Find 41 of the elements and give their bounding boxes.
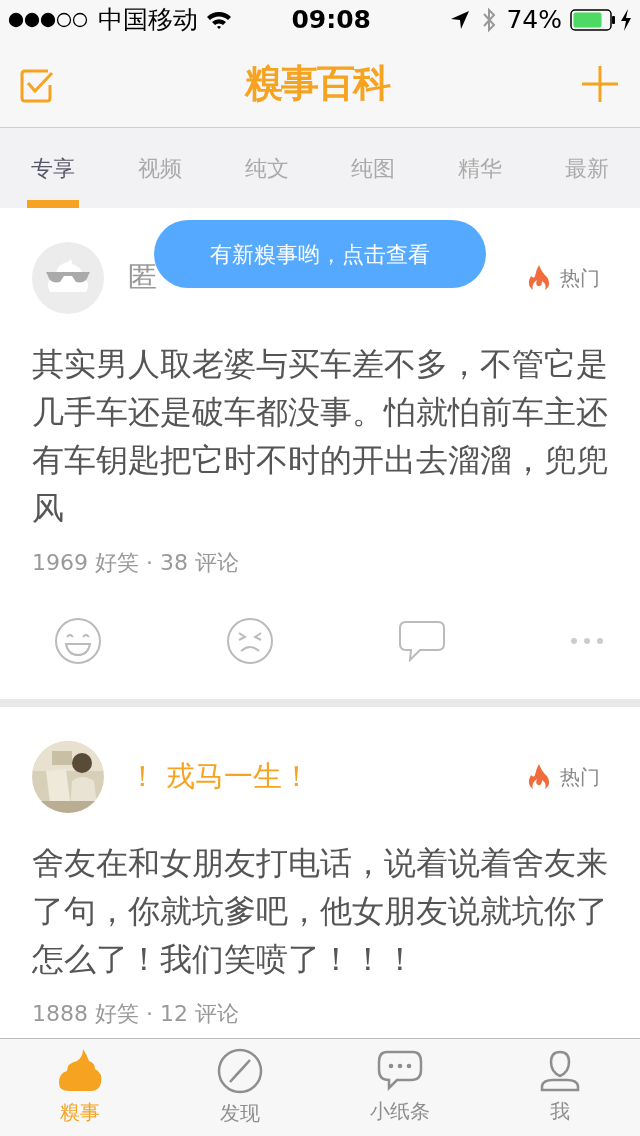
avatar-icon [32, 242, 104, 314]
bottom-tab[interactable]: 小纸条 [320, 1039, 480, 1136]
hot-label: 热门 [560, 265, 600, 292]
category-tab[interactable]: 最新 [533, 128, 640, 208]
compass-icon [217, 1047, 263, 1094]
bottom-tab[interactable]: 发现 [160, 1039, 320, 1136]
tab-indicator [27, 200, 80, 208]
author-name[interactable]: 匿 [128, 256, 157, 300]
carrier-name: 中国移动 [98, 4, 198, 37]
post-stats: 1888 好笑 · 12 评论 [32, 1001, 239, 1026]
add-icon[interactable] [580, 63, 620, 104]
hot-label: 热门 [560, 764, 600, 791]
battery-percent: 74% [506, 4, 562, 37]
bottom-tab[interactable]: 糗事 [0, 1039, 160, 1136]
author-name[interactable]: ！ 戎马一生！ [128, 755, 312, 799]
post-text: 舍友在和女朋友打电话，说着说着舍友来了句，你就坑爹吧，他女朋友说就坑你了怎么了！我们笑喷了！！！ [32, 843, 608, 980]
wifi-icon [206, 10, 232, 30]
app-logo: 糗事百科 [245, 60, 389, 107]
bottom-tab[interactable]: 我 [480, 1039, 640, 1136]
charging-icon [620, 9, 632, 31]
post-text: 其实男人取老婆与买车差不多，不管它是几手车还是破车都没事。怕就怕前车主还有车钥匙把它时不时的开出去溜溜，兜兜风 [32, 344, 608, 529]
post-stats: 1969 好笑 · 38 评论 [32, 550, 239, 575]
smile-face-icon[interactable] [54, 617, 102, 665]
category-tab[interactable]: 精华 [426, 128, 534, 208]
bluetooth-icon [482, 7, 497, 33]
comment-icon[interactable] [398, 620, 446, 662]
blob-icon [57, 1048, 103, 1093]
battery-icon [570, 9, 616, 31]
category-tab[interactable]: 纯文 [213, 128, 320, 208]
signal-icon [8, 12, 90, 28]
person-icon [539, 1049, 581, 1092]
category-tab[interactable]: 专享 [0, 128, 107, 208]
sad-face-icon[interactable] [226, 617, 274, 665]
status-time: 09:08 [291, 4, 371, 37]
more-icon[interactable] [570, 637, 604, 645]
flame-icon [528, 764, 550, 790]
category-tab[interactable]: 纯图 [320, 128, 427, 208]
location-icon [450, 10, 471, 30]
category-tab[interactable]: 视频 [106, 128, 214, 208]
flame-icon [528, 265, 550, 291]
chat-bubble-icon [377, 1049, 423, 1092]
